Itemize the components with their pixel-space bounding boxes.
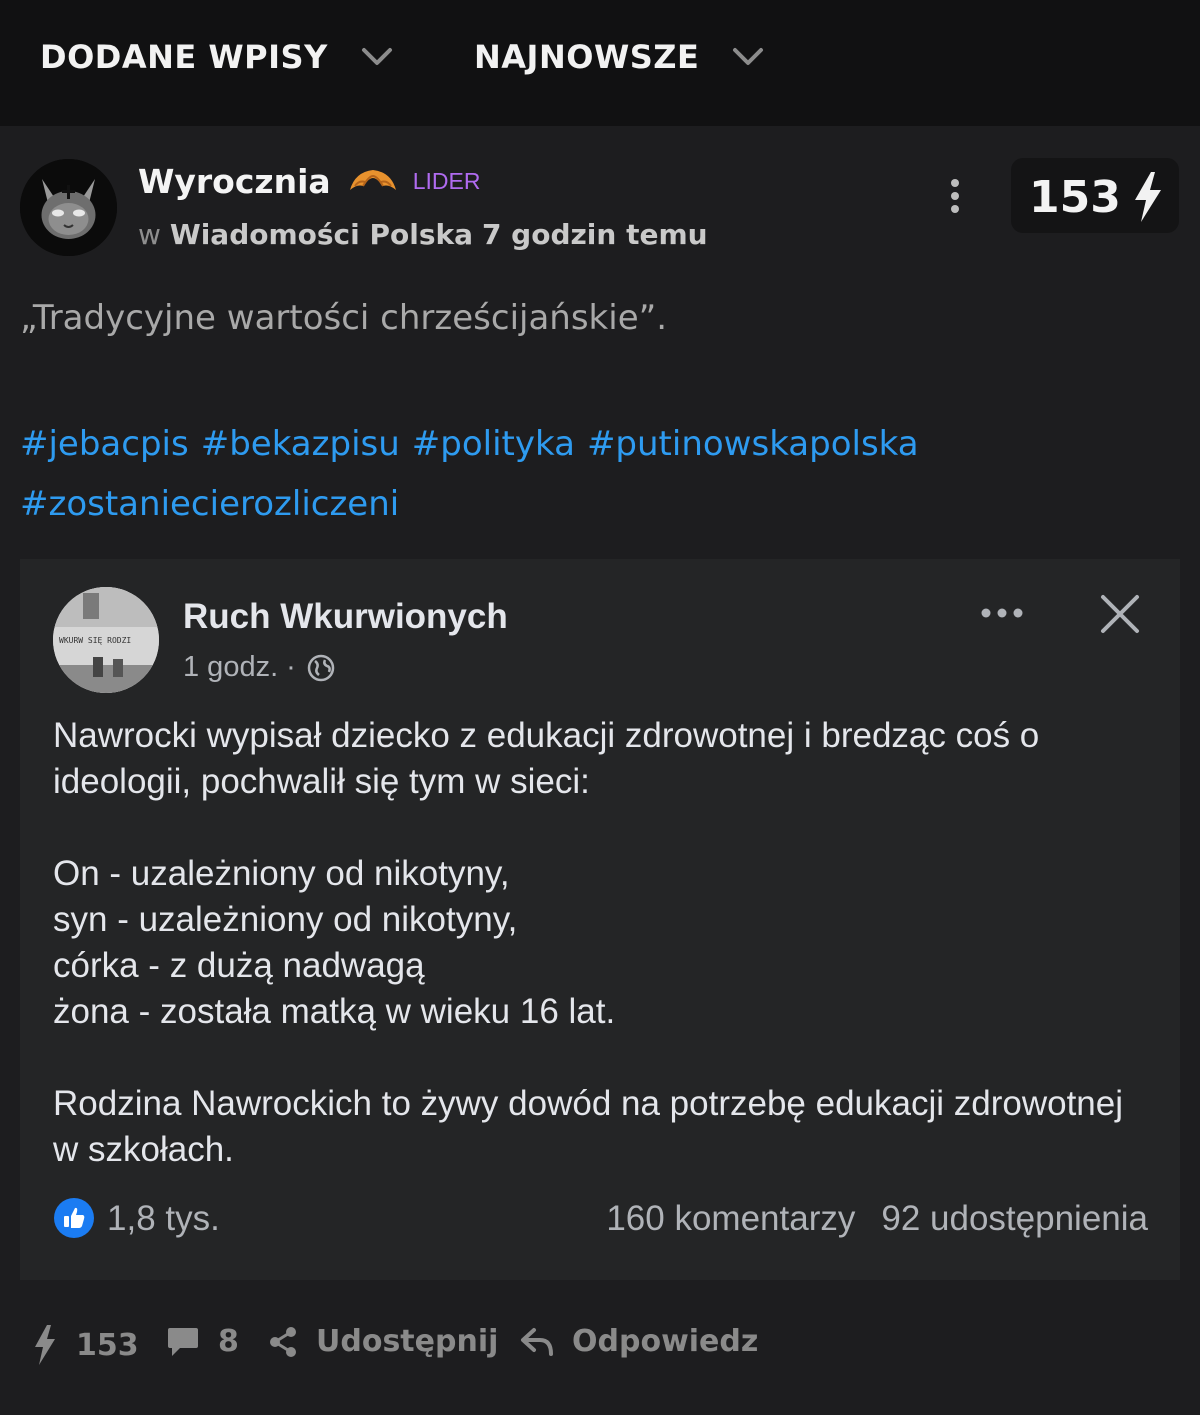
share-action[interactable]: Udostępnij	[268, 1324, 498, 1359]
author-name[interactable]: Wyrocznia	[138, 162, 331, 201]
entry: Wyrocznia LIDER w Wiadomości Polska 7 go…	[0, 126, 1200, 1415]
filter-dropdown[interactable]: DODANE WPISY	[40, 38, 396, 76]
entry-text: „Tradycyjne wartości chrześcijańskie”.	[20, 298, 668, 338]
entry-time[interactable]: 7 godzin temu	[482, 218, 708, 251]
comment-icon	[168, 1327, 198, 1356]
meta-prefix: w	[138, 218, 161, 251]
close-icon	[1101, 595, 1139, 633]
reply-label: Odpowiedz	[572, 1324, 759, 1359]
entry-actions: 153 8 Udostępnij Odpowiedz	[0, 1316, 1200, 1376]
tag-link[interactable]: #polityka	[412, 424, 575, 464]
chevron-down-icon	[361, 48, 392, 65]
vote-count: 153	[1029, 172, 1121, 223]
tag-link[interactable]: #zostaniecierozliczeni	[20, 484, 399, 524]
sort-dropdown[interactable]: NAJNOWSZE	[474, 38, 767, 76]
share-label: Udostępnij	[316, 1324, 499, 1359]
post-time-text: 1 godz. ·	[183, 651, 296, 683]
top-bar: DODANE WPISY NAJNOWSZE	[0, 0, 1200, 126]
engagement-counts: 160 komentarzy 92 udostępnienia	[606, 1199, 1148, 1239]
filter-label: DODANE WPISY	[40, 38, 328, 76]
reply-icon	[521, 1327, 553, 1356]
likes-count: 1,8 tys.	[107, 1199, 220, 1238]
entry-meta: w Wiadomości Polska 7 godzin temu	[138, 218, 708, 251]
tag-link[interactable]: #putinowskapolska	[587, 424, 919, 464]
reply-action[interactable]: Odpowiedz	[520, 1324, 758, 1359]
tag-link[interactable]: #bekazpisu	[201, 424, 400, 464]
page-avatar: WKURW SIĘ RODZI	[53, 587, 159, 693]
shares-count: 92 udostępnienia	[881, 1199, 1148, 1238]
croissant-icon	[349, 169, 396, 190]
tag-link[interactable]: #jebacpis	[20, 424, 189, 464]
tag-list: #jebacpis #bekazpisu #polityka #putinowskap…	[20, 414, 1140, 534]
cat-avatar-icon	[20, 159, 117, 256]
reactions-row: 1,8 tys. 160 komentarzy 92 udostępnienia	[53, 1195, 1148, 1241]
avatar-graffiti: WKURW SIĘ RODZI	[59, 636, 131, 645]
chevron-down-icon	[733, 48, 764, 65]
post-time: 1 godz. ·	[183, 651, 336, 684]
share-icon	[270, 1326, 296, 1357]
sort-label: NAJNOWSZE	[474, 38, 700, 76]
author-avatar[interactable]	[20, 159, 117, 256]
community-link[interactable]: Wiadomości Polska	[170, 218, 473, 251]
lightning-icon	[35, 1325, 55, 1365]
vote-action[interactable]: 153	[32, 1324, 139, 1366]
like-reaction-icon	[54, 1198, 94, 1238]
more-horizontal-icon	[981, 608, 1023, 618]
globe-icon	[307, 654, 335, 681]
author-line: Wyrocznia LIDER	[138, 162, 480, 201]
comments-action[interactable]: 8	[166, 1324, 239, 1359]
embedded-screenshot[interactable]: WKURW SIĘ RODZI Ruch Wkurwionych 1 godz.…	[20, 559, 1180, 1280]
post-body: Nawrocki wypisał dziecko z edukacji zdro…	[53, 716, 1123, 1169]
lightning-icon[interactable]	[1129, 170, 1167, 224]
wall-photo-icon: WKURW SIĘ RODZI	[53, 587, 159, 693]
comments-count: 160 komentarzy	[606, 1199, 856, 1238]
comments-action-count: 8	[218, 1324, 239, 1359]
vote-box[interactable]: 153	[1011, 158, 1179, 233]
vote-action-count: 153	[76, 1327, 139, 1363]
rank-badge: LIDER	[412, 168, 481, 194]
more-options-icon[interactable]	[944, 176, 966, 216]
page-name: Ruch Wkurwionych	[183, 597, 508, 636]
